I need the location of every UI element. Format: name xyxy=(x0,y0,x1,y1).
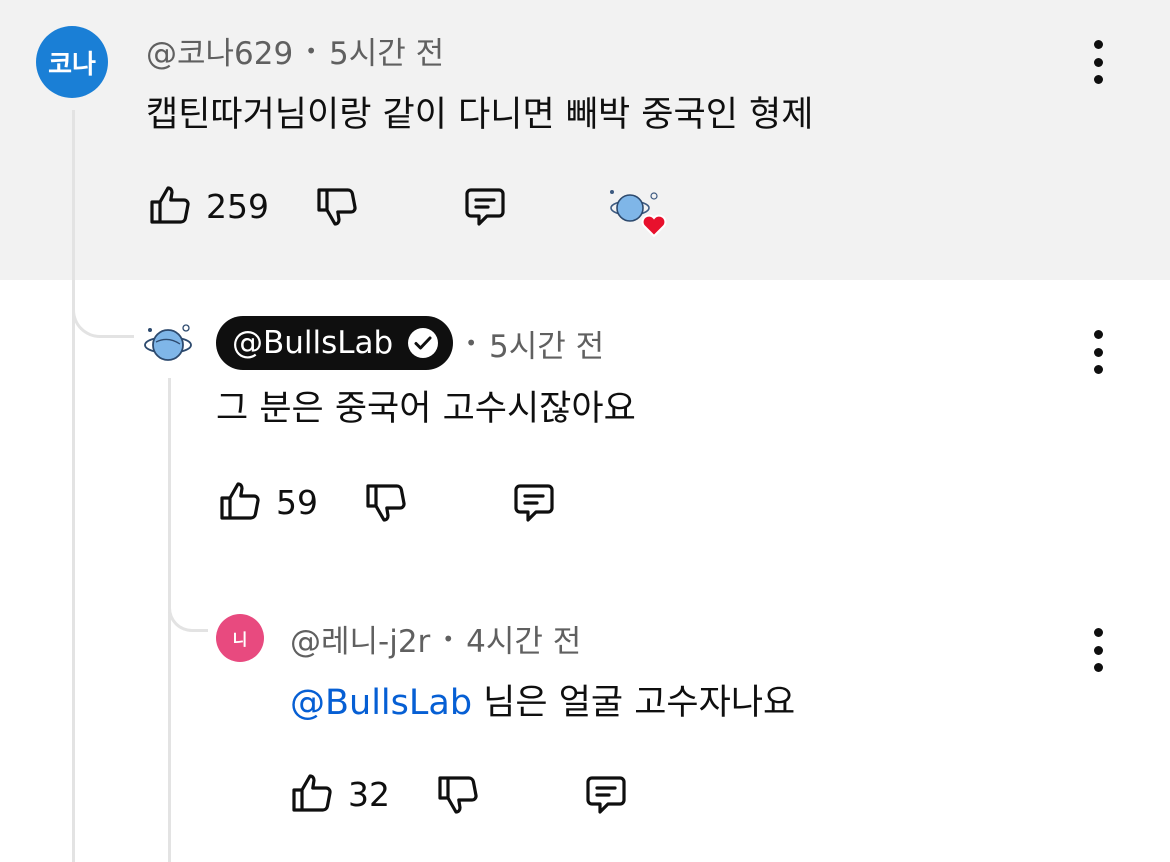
comment-time[interactable]: 5시간 전 xyxy=(489,321,604,366)
comment-text: 캡틴따거님이랑 같이 다니면 빼박 중국인 형제 xyxy=(146,95,814,135)
creator-handle-badge[interactable]: @BullsLab xyxy=(216,316,454,370)
separator-dot: • xyxy=(465,331,478,355)
more-options-icon[interactable] xyxy=(1088,628,1108,672)
creator-avatar-icon xyxy=(610,190,667,238)
dislike-button[interactable] xyxy=(434,770,482,818)
like-button[interactable] xyxy=(216,478,264,526)
comment-time[interactable]: 4시간 전 xyxy=(466,616,581,661)
heart-icon xyxy=(641,214,667,238)
comment-author: @BullsLab xyxy=(232,325,394,361)
creator-heart-badge xyxy=(608,186,672,240)
like-count: 59 xyxy=(276,482,318,522)
avatar-initials: 코나 xyxy=(48,49,96,80)
like-button[interactable] xyxy=(288,770,336,818)
like-count: 259 xyxy=(206,186,269,226)
comment-time[interactable]: 5시간 전 xyxy=(329,28,444,73)
comment-text: 그 분은 중국어 고수시잖아요 xyxy=(216,389,636,429)
reply-button[interactable] xyxy=(461,182,509,230)
avatar[interactable]: 니 xyxy=(216,614,264,662)
thread-connector xyxy=(168,596,208,632)
more-options-icon[interactable] xyxy=(1088,40,1108,84)
more-options-icon[interactable] xyxy=(1088,330,1108,374)
avatar[interactable] xyxy=(142,318,194,370)
avatar[interactable]: 코나 xyxy=(36,26,108,98)
like-count: 32 xyxy=(348,774,390,814)
comment-meta: @레니-j2r • 4시간 전 xyxy=(290,616,581,661)
comment-meta: @BullsLab • 5시간 전 xyxy=(216,316,604,370)
comment-icon xyxy=(586,776,626,814)
verified-check-icon xyxy=(408,328,439,358)
thread-connector xyxy=(72,290,134,338)
reply-button[interactable] xyxy=(582,770,630,818)
comment-meta: @코나629 • 5시간 전 xyxy=(146,28,444,73)
thumbs-up-icon xyxy=(292,774,332,812)
thumbs-down-icon xyxy=(366,484,406,522)
mention-link[interactable]: @BullsLab xyxy=(290,683,472,723)
avatar-initials: 니 xyxy=(232,630,248,649)
thread-line xyxy=(72,110,75,862)
comment-actions: 59 xyxy=(216,478,558,526)
separator-dot: • xyxy=(305,38,318,63)
planet-avatar-icon xyxy=(144,324,192,361)
comment-text: @BullsLab 님은 얼굴 고수자나요 xyxy=(290,674,795,725)
comment-actions: 259 xyxy=(146,182,509,230)
reply-button[interactable] xyxy=(510,478,558,526)
comment-author[interactable]: @레니-j2r xyxy=(290,616,430,661)
like-button[interactable] xyxy=(146,182,194,230)
thumbs-up-icon xyxy=(150,186,190,224)
thumbs-down-icon xyxy=(438,776,478,814)
comment-icon xyxy=(465,188,505,226)
separator-dot: • xyxy=(442,626,455,651)
comment-author[interactable]: @코나629 xyxy=(146,28,293,73)
comment-icon xyxy=(514,484,554,522)
comment-text-body: 님은 얼굴 고수자나요 xyxy=(472,683,796,723)
dislike-button[interactable] xyxy=(313,182,361,230)
thumbs-up-icon xyxy=(220,482,260,520)
thumbs-down-icon xyxy=(317,188,357,226)
dislike-button[interactable] xyxy=(362,478,410,526)
comment-actions: 32 xyxy=(288,770,630,818)
